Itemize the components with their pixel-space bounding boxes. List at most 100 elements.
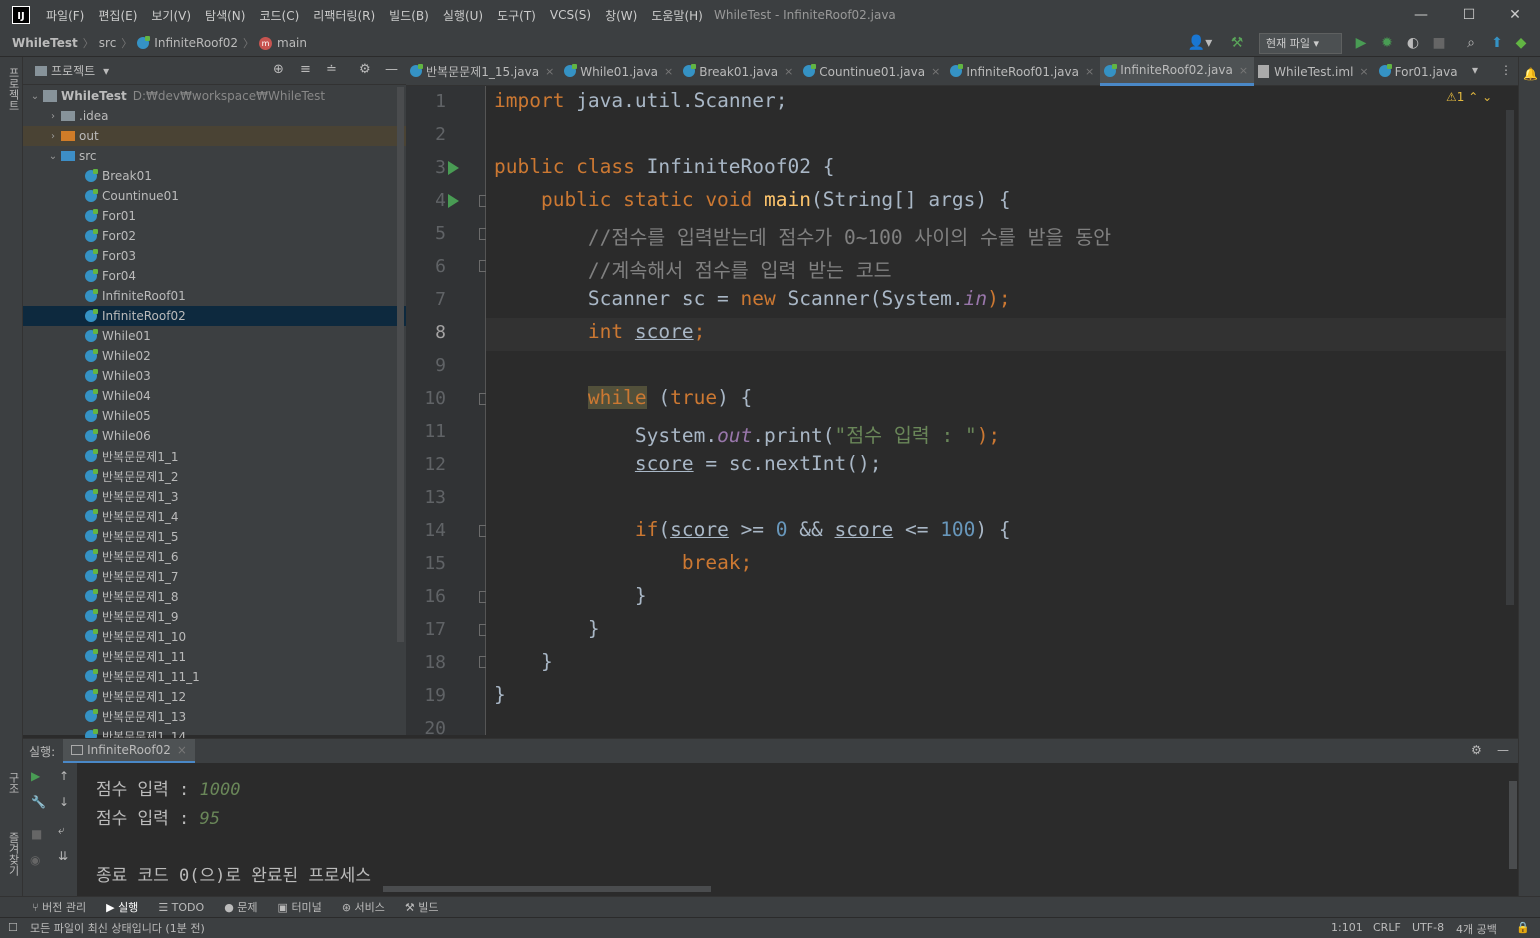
menu-refactor[interactable]: 리팩터링(R): [313, 7, 375, 24]
tree-file[interactable]: 반복문문제1_12: [23, 686, 406, 706]
collapse-all-icon[interactable]: ≐: [326, 62, 337, 77]
tree-folder-idea[interactable]: › .idea: [23, 106, 406, 126]
tree-file[interactable]: 반복문문제1_6: [23, 546, 406, 566]
tab-break01[interactable]: Break01.java ×: [679, 57, 799, 86]
tab-list-chevron-icon[interactable]: ▾: [1472, 63, 1478, 77]
tool-terminal[interactable]: ▣ 터미널: [278, 899, 322, 915]
menu-edit[interactable]: 편집(E): [98, 7, 137, 24]
breadcrumb-class[interactable]: InfiniteRoof02: [154, 36, 238, 50]
tree-file[interactable]: For03: [23, 246, 406, 266]
tree-file[interactable]: 반복문문제1_3: [23, 486, 406, 506]
project-panel-title[interactable]: 프로젝트: [51, 62, 95, 79]
close-icon[interactable]: ×: [664, 65, 673, 78]
tool-problems[interactable]: ● 문제: [224, 899, 257, 915]
stop-icon[interactable]: ■: [1430, 33, 1448, 53]
close-icon[interactable]: ×: [1239, 64, 1248, 77]
line-separator[interactable]: CRLF: [1373, 921, 1401, 934]
close-icon[interactable]: ✕: [1504, 4, 1526, 26]
tab-countinue01[interactable]: Countinue01.java ×: [799, 57, 946, 86]
close-icon[interactable]: ×: [545, 65, 554, 78]
tree-file[interactable]: 반복문문제1_11_1: [23, 666, 406, 686]
more-options-icon[interactable]: ⋮: [1500, 63, 1512, 77]
hammer-icon[interactable]: ⚒: [1228, 33, 1246, 53]
file-encoding[interactable]: UTF-8: [1412, 921, 1444, 934]
breadcrumb-src[interactable]: src: [99, 36, 117, 50]
breadcrumb-project[interactable]: WhileTest: [12, 36, 78, 50]
run-config-select[interactable]: 현재 파일 ▾: [1259, 33, 1342, 54]
tree-folder-out[interactable]: › out: [23, 126, 406, 146]
tree-file[interactable]: 반복문문제1_11: [23, 646, 406, 666]
chevron-down-icon[interactable]: ▾: [103, 64, 109, 78]
tab-반복문문제1_15[interactable]: 반복문문제1_15.java ×: [406, 57, 560, 86]
tree-file[interactable]: Break01: [23, 166, 406, 186]
plugin-icon[interactable]: ◆: [1512, 33, 1530, 53]
editor-scrollbar[interactable]: [1506, 110, 1514, 605]
tree-folder-src[interactable]: ⌄ src: [23, 146, 406, 166]
run-tab[interactable]: InfiniteRoof02 ×: [63, 739, 195, 763]
menu-help[interactable]: 도움말(H): [651, 7, 703, 24]
menu-view[interactable]: 보기(V): [151, 7, 191, 24]
console-hscrollbar[interactable]: [383, 886, 711, 892]
menu-build[interactable]: 빌드(B): [389, 7, 429, 24]
run-main-icon[interactable]: [448, 194, 459, 208]
console-scrollbar[interactable]: [1509, 781, 1517, 869]
user-icon[interactable]: 👤▾: [1186, 33, 1214, 53]
lock-icon[interactable]: 🔒: [1516, 921, 1530, 934]
code-editor[interactable]: ⚠1 ⌃ ⌄ import java.util.Scanner; public …: [486, 86, 1518, 735]
menu-run[interactable]: 실행(U): [443, 7, 483, 24]
tree-file[interactable]: For04: [23, 266, 406, 286]
tree-file[interactable]: For02: [23, 226, 406, 246]
tree-file[interactable]: 반복문문제1_8: [23, 586, 406, 606]
close-icon[interactable]: ×: [177, 743, 187, 757]
tree-file[interactable]: For01: [23, 206, 406, 226]
tree-file[interactable]: While05: [23, 406, 406, 426]
indent-setting[interactable]: 4개 공백: [1456, 921, 1497, 937]
maximize-icon[interactable]: ☐: [1458, 4, 1480, 26]
tool-todo[interactable]: ☰ TODO: [158, 901, 204, 914]
tree-file[interactable]: While03: [23, 366, 406, 386]
debug-icon[interactable]: ✹: [1378, 33, 1396, 53]
menu-vcs[interactable]: VCS(S): [550, 8, 591, 22]
tool-services[interactable]: ⊛ 서비스: [342, 899, 385, 915]
close-icon[interactable]: ×: [784, 65, 793, 78]
bookmarks-tool-button[interactable]: 즐겨찾기: [5, 832, 21, 876]
rerun-icon[interactable]: ▶: [31, 769, 40, 783]
tree-file[interactable]: 반복문문제1_1: [23, 446, 406, 466]
close-icon[interactable]: ×: [1085, 65, 1094, 78]
scroll-to-end-icon[interactable]: ⇊: [58, 849, 68, 863]
hide-icon[interactable]: —: [385, 62, 398, 77]
tree-file[interactable]: 반복문문제1_5: [23, 526, 406, 546]
notifications-icon[interactable]: 🔔: [1523, 67, 1538, 81]
menu-file[interactable]: 파일(F): [46, 7, 84, 24]
update-icon[interactable]: ⬆: [1488, 33, 1506, 53]
cursor-position[interactable]: 1:101: [1331, 921, 1363, 934]
locate-icon[interactable]: ⊕: [273, 62, 284, 77]
tree-scrollbar[interactable]: [397, 87, 404, 642]
warning-indicator[interactable]: ⚠1 ⌃ ⌄: [1446, 90, 1492, 104]
chevron-right-icon[interactable]: ›: [45, 131, 61, 142]
run-class-icon[interactable]: [448, 161, 459, 175]
menu-code[interactable]: 코드(C): [259, 7, 299, 24]
menu-window[interactable]: 창(W): [605, 7, 637, 24]
tree-file[interactable]: 반복문문제1_2: [23, 466, 406, 486]
tree-file[interactable]: While04: [23, 386, 406, 406]
tree-root[interactable]: ⌄ WhileTest D:₩dev₩workspace₩WhileTest: [23, 86, 406, 106]
tool-vcs[interactable]: ⑂ 버전 관리: [32, 899, 86, 915]
wrench-icon[interactable]: 🔧: [31, 795, 46, 809]
tab-whiletest-iml[interactable]: WhileTest.iml ×: [1254, 57, 1375, 86]
status-icon[interactable]: ☐: [8, 921, 18, 934]
soft-wrap-icon[interactable]: ⤶: [58, 823, 65, 838]
structure-tool-button[interactable]: 구조: [5, 772, 21, 794]
tree-file[interactable]: InfiniteRoof02: [23, 306, 406, 326]
minimize-icon[interactable]: —: [1410, 4, 1432, 26]
tree-file[interactable]: Countinue01: [23, 186, 406, 206]
tree-file[interactable]: While02: [23, 346, 406, 366]
chevron-right-icon[interactable]: ›: [45, 111, 61, 122]
tree-file[interactable]: 반복문문제1_7: [23, 566, 406, 586]
tool-run[interactable]: ▶ 실행: [106, 899, 138, 915]
tree-file[interactable]: 반복문문제1_9: [23, 606, 406, 626]
tree-file[interactable]: While06: [23, 426, 406, 446]
camera-icon[interactable]: ◉: [30, 853, 40, 867]
hide-icon[interactable]: —: [1497, 743, 1509, 757]
expand-all-icon[interactable]: ≡: [300, 62, 311, 77]
